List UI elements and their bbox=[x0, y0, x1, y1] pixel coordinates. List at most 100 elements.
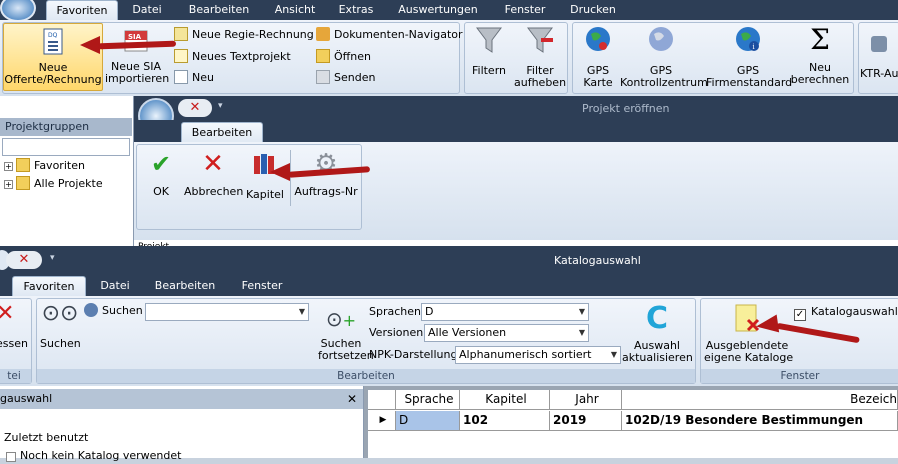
neu-button[interactable]: Neu bbox=[174, 70, 214, 86]
npk-combo[interactable]: Alphanumerisch sortiert ▼ bbox=[455, 346, 621, 364]
oeffnen-button[interactable]: Öffnen bbox=[316, 49, 371, 65]
tab-drucken[interactable]: Drucken bbox=[566, 0, 620, 20]
table-cell-sprache[interactable]: D bbox=[396, 411, 460, 431]
abbrechen-button[interactable]: ✕ Abbrechen bbox=[184, 150, 244, 206]
neu-berechnen-button[interactable]: Σ Neu berechnen bbox=[790, 24, 850, 90]
katalog-tab-favoriten[interactable]: Favoriten bbox=[12, 276, 86, 296]
kapitel-label: Kapitel bbox=[246, 188, 284, 201]
gps-kontrollzentrum-label: GPS Kontrollzentrum bbox=[620, 64, 708, 89]
header-sprache[interactable]: Sprache bbox=[396, 390, 460, 410]
projekt-tab-bearbeiten[interactable]: Bearbeiten bbox=[181, 122, 263, 144]
expand-icon[interactable]: + bbox=[4, 162, 13, 171]
tab-ansicht[interactable]: Ansicht bbox=[266, 0, 324, 20]
katalog-side-panel-header: gauswahl ✕ bbox=[0, 389, 363, 409]
gps-karte-button[interactable]: GPS Karte bbox=[576, 24, 620, 90]
quick-access-dropdown-icon[interactable]: ▾ bbox=[218, 101, 223, 111]
chevron-down-icon[interactable]: ▼ bbox=[299, 304, 305, 320]
neues-textprojekt-label: Neues Textprojekt bbox=[192, 50, 291, 63]
katalog-window-titlebar bbox=[0, 246, 898, 274]
checkmark-icon: ✔ bbox=[150, 150, 172, 178]
katalog-tab-bearbeiten[interactable]: Bearbeiten bbox=[148, 276, 222, 296]
katalog-tab-datei[interactable]: Datei bbox=[94, 276, 136, 296]
sprachen-combo[interactable]: D ▼ bbox=[421, 303, 589, 321]
envelope-icon bbox=[316, 70, 330, 84]
ok-button[interactable]: ✔ OK bbox=[142, 150, 180, 206]
chevron-down-icon[interactable]: ▼ bbox=[579, 304, 585, 320]
filtern-button[interactable]: Filtern bbox=[468, 24, 510, 90]
dokumenten-navigator-button[interactable]: Dokumenten-Navigator bbox=[316, 27, 463, 43]
tab-fenster[interactable]: Fenster bbox=[500, 0, 550, 20]
gps-kontrollzentrum-button[interactable]: GPS Kontrollzentrum bbox=[620, 24, 708, 90]
gps-firmenstandard-button[interactable]: i GPS Firmenstandard bbox=[706, 24, 792, 90]
katalog-tab-fenster[interactable]: Fenster bbox=[234, 276, 290, 296]
versionen-combo[interactable]: Alle Versionen ▼ bbox=[424, 324, 589, 342]
neues-textprojekt-button[interactable]: Neues Textprojekt bbox=[174, 49, 291, 65]
side-item-zuletzt[interactable]: Zuletzt benutzt bbox=[4, 430, 88, 446]
navigator-icon bbox=[316, 27, 330, 41]
funnel-remove-icon bbox=[527, 27, 553, 53]
table-cell-bezeichnung[interactable]: 102D/19 Besondere Bestimmungen bbox=[622, 411, 898, 431]
auswahl-aktualisieren-button[interactable]: C Auswahl aktualisieren bbox=[622, 302, 693, 368]
filter-aufheben-button[interactable]: Filter aufheben bbox=[514, 24, 566, 90]
schliessen-button[interactable]: ✕ essen bbox=[0, 300, 30, 356]
suchen-combo[interactable]: ▼ bbox=[145, 303, 309, 321]
quick-access-dropdown-icon[interactable]: ▾ bbox=[50, 253, 55, 263]
tab-extras[interactable]: Extras bbox=[334, 0, 378, 20]
neue-offerte-button[interactable]: DQ Neue Offerte/Rechnung bbox=[3, 23, 103, 91]
oeffnen-label: Öffnen bbox=[334, 50, 371, 63]
close-icon: ✕ bbox=[0, 301, 15, 326]
ktr-button[interactable]: KTR-Au bbox=[860, 24, 898, 90]
table-cell-jahr[interactable]: 2019 bbox=[550, 411, 622, 431]
suchen-small-button[interactable]: Suchen bbox=[84, 303, 143, 319]
funnel-icon bbox=[476, 27, 502, 53]
ausgeblendete-kataloge-button[interactable]: Ausgeblendete eigene Kataloge bbox=[704, 302, 793, 368]
tree-item-favoriten[interactable]: + Favoriten bbox=[4, 158, 85, 174]
close-icon[interactable]: ✕ bbox=[347, 389, 357, 409]
suchen-fortsetzen-button[interactable]: ⊙+ Suchen fortsetzen bbox=[318, 304, 374, 366]
projektgruppen-filter-input[interactable] bbox=[2, 138, 130, 156]
neu-label: Neu bbox=[192, 71, 214, 84]
checkbox-checked-icon[interactable]: ✓ bbox=[794, 309, 806, 321]
side-panel-title: gauswahl bbox=[0, 392, 53, 405]
tab-bearbeiten[interactable]: Bearbeiten bbox=[182, 0, 256, 20]
ok-label: OK bbox=[153, 185, 169, 198]
abbrechen-label: Abbrechen bbox=[184, 185, 244, 198]
header-bezeichnung[interactable]: Bezeich bbox=[622, 390, 898, 410]
tree-item-alle-projekte[interactable]: + Alle Projekte bbox=[4, 176, 103, 192]
group-label-fenster: Fenster bbox=[701, 369, 898, 383]
filter-aufheben-label: Filter aufheben bbox=[514, 64, 567, 89]
annotation-arrow-head bbox=[270, 163, 290, 181]
chevron-down-icon[interactable]: ▼ bbox=[579, 325, 585, 341]
neue-regie-button[interactable]: Neue Regie-Rechnung bbox=[174, 27, 314, 43]
suchen-fortsetzen-label: Suchen fortsetzen bbox=[318, 337, 374, 362]
neue-regie-label: Neue Regie-Rechnung bbox=[192, 28, 314, 41]
tab-datei[interactable]: Datei bbox=[124, 0, 170, 20]
header-jahr[interactable]: Jahr bbox=[550, 390, 622, 410]
tab-auswertungen[interactable]: Auswertungen bbox=[392, 0, 484, 20]
close-icon[interactable]: ✕ bbox=[178, 99, 212, 117]
row-pointer-icon[interactable]: ▶ bbox=[368, 411, 396, 431]
npk-label: NPK-Darstellung bbox=[369, 348, 458, 361]
suchen-big-button[interactable]: ⊙⊙ Suchen bbox=[40, 300, 81, 356]
ktr-label: KTR-Au bbox=[860, 67, 898, 80]
table-cell-kapitel[interactable]: 102 bbox=[460, 411, 550, 431]
globe-control-icon bbox=[649, 27, 673, 51]
neue-sia-button[interactable]: SIA Neue SIA importieren bbox=[105, 24, 169, 90]
side-item-noch-kein[interactable]: Noch kein Katalog verwendet bbox=[6, 448, 181, 464]
textprojekt-icon bbox=[174, 49, 188, 63]
close-icon[interactable]: ✕ bbox=[6, 251, 42, 269]
auftrags-nr-button[interactable]: ⚙ Auftrags-Nr bbox=[294, 150, 358, 206]
document-icon: DQ bbox=[43, 28, 63, 55]
header-kapitel[interactable]: Kapitel bbox=[460, 390, 550, 410]
suchen-big-label: Suchen bbox=[40, 337, 81, 350]
side-item-label: Noch kein Katalog verwendet bbox=[20, 449, 182, 462]
npk-value: Alphanumerisch sortiert bbox=[459, 348, 592, 361]
tab-favoriten[interactable]: Favoriten bbox=[46, 0, 118, 20]
folder-icon bbox=[16, 176, 30, 190]
katalogauswahl-checkbox[interactable]: ✓ Katalogauswahl bbox=[794, 304, 898, 321]
expand-icon[interactable]: + bbox=[4, 180, 13, 189]
chevron-down-icon[interactable]: ▼ bbox=[611, 347, 617, 363]
senden-button[interactable]: Senden bbox=[316, 70, 375, 86]
document-small-icon bbox=[6, 452, 16, 462]
neue-offerte-label: Neue Offerte/Rechnung bbox=[4, 61, 102, 86]
